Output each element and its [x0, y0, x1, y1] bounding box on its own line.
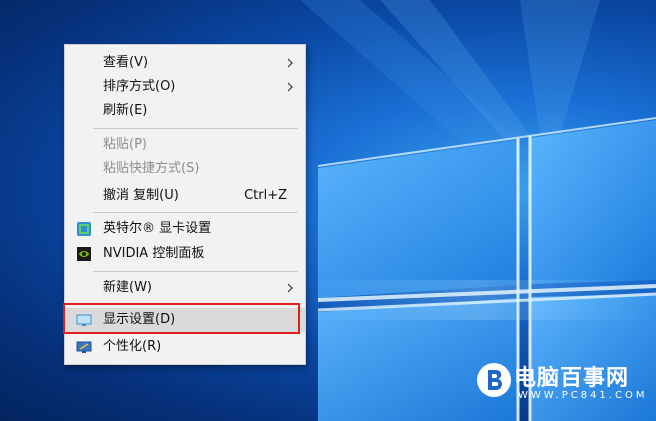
menu-item-intel-graphics[interactable]: 英特尔® 显卡设置: [65, 217, 305, 241]
menu-separator: [93, 128, 298, 129]
menu-item-label: 刷新(E): [103, 103, 148, 118]
menu-item-sort-by[interactable]: 排序方式(O): [65, 75, 305, 99]
menu-item-label: 新建(W): [103, 280, 152, 295]
menu-item-paste[interactable]: 粘贴(P): [65, 133, 305, 157]
menu-item-nvidia-control-panel[interactable]: NVIDIA 控制面板: [65, 242, 305, 266]
nvidia-icon: [77, 247, 91, 261]
chevron-right-icon: [287, 82, 293, 92]
menu-item-label: 排序方式(O): [103, 79, 176, 94]
menu-item-label: 英特尔® 显卡设置: [103, 221, 212, 236]
menu-separator: [93, 212, 298, 213]
menu-item-label: 查看(V): [103, 55, 149, 70]
highlight-frame: [63, 303, 300, 334]
menu-item-paste-shortcut[interactable]: 粘贴快捷方式(S): [65, 157, 305, 181]
chevron-right-icon: [287, 58, 293, 68]
menu-item-label: 个性化(R): [103, 339, 162, 354]
menu-item-label: 粘贴快捷方式(S): [103, 161, 200, 176]
watermark-logo-icon: [477, 363, 511, 397]
menu-item-refresh[interactable]: 刷新(E): [65, 99, 305, 123]
intel-graphics-icon: [77, 222, 91, 236]
menu-item-personalize[interactable]: 个性化(R): [65, 335, 305, 359]
menu-item-shortcut: Ctrl+Z: [244, 188, 287, 203]
desktop-background[interactable]: 查看(V) 排序方式(O) 刷新(E) 粘贴(P) 粘贴快捷方式(S) 撤消 复…: [0, 0, 656, 421]
menu-item-undo-copy[interactable]: 撤消 复制(U) Ctrl+Z: [65, 184, 305, 208]
watermark-site-name: 电脑百事网: [514, 366, 630, 391]
watermark-url: WWW.PC841.COM: [518, 390, 648, 401]
menu-separator: [93, 271, 298, 272]
menu-item-view[interactable]: 查看(V): [65, 51, 305, 75]
menu-item-label: 撤消 复制(U): [103, 188, 179, 203]
menu-item-label: 粘贴(P): [103, 137, 147, 152]
chevron-right-icon: [287, 283, 293, 293]
watermark: 电脑百事网 WWW.PC841.COM: [474, 358, 652, 414]
menu-item-new[interactable]: 新建(W): [65, 276, 305, 300]
menu-item-label: NVIDIA 控制面板: [103, 246, 205, 261]
personalize-icon: [76, 341, 92, 353]
